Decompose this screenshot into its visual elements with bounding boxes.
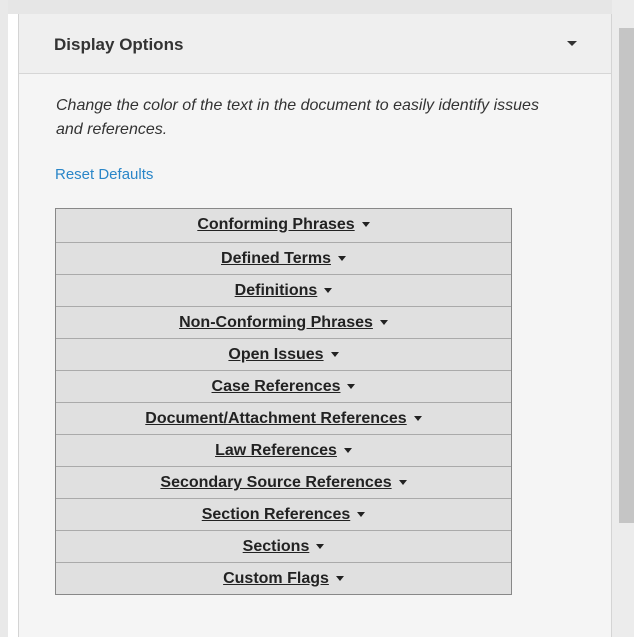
option-open-issues[interactable]: Open Issues bbox=[56, 338, 511, 370]
option-document-attachment-references[interactable]: Document/Attachment References bbox=[56, 402, 511, 434]
display-options-list: Conforming Phrases Defined Terms Definit… bbox=[55, 208, 512, 595]
panel-description: Change the color of the text in the docu… bbox=[56, 97, 539, 138]
option-secondary-source-references[interactable]: Secondary Source References bbox=[56, 466, 511, 498]
caret-down-icon bbox=[343, 448, 352, 454]
option-label: Case References bbox=[211, 378, 341, 395]
option-custom-flags[interactable]: Custom Flags bbox=[56, 562, 511, 594]
caret-down-icon bbox=[361, 222, 370, 228]
option-label: Secondary Source References bbox=[160, 474, 392, 491]
option-label: Conforming Phrases bbox=[197, 216, 355, 233]
option-conforming-phrases[interactable]: Conforming Phrases bbox=[56, 209, 511, 242]
scrollbar-thumb[interactable] bbox=[619, 28, 634, 523]
option-defined-terms[interactable]: Defined Terms bbox=[56, 242, 511, 274]
option-label: Open Issues bbox=[228, 346, 324, 363]
option-case-references[interactable]: Case References bbox=[56, 370, 511, 402]
option-label: Definitions bbox=[234, 282, 318, 299]
option-label: Document/Attachment References bbox=[145, 410, 407, 427]
collapse-caret-icon[interactable] bbox=[567, 41, 577, 46]
option-sections[interactable]: Sections bbox=[56, 530, 511, 562]
caret-down-icon bbox=[379, 320, 388, 326]
caret-down-icon bbox=[398, 480, 407, 486]
display-options-panel: Display Options Change the color of the … bbox=[18, 14, 612, 637]
option-label: Defined Terms bbox=[221, 250, 331, 267]
reset-defaults-link[interactable]: Reset Defaults bbox=[55, 166, 153, 183]
panel-header[interactable]: Display Options bbox=[19, 14, 611, 74]
caret-down-icon bbox=[324, 288, 333, 294]
option-label: Section References bbox=[201, 506, 351, 523]
option-definitions[interactable]: Definitions bbox=[56, 274, 511, 306]
caret-down-icon bbox=[335, 576, 344, 582]
caret-down-icon bbox=[330, 352, 339, 358]
caret-down-icon bbox=[413, 416, 422, 422]
option-non-conforming-phrases[interactable]: Non-Conforming Phrases bbox=[56, 306, 511, 338]
option-section-references[interactable]: Section References bbox=[56, 498, 511, 530]
panel-title: Display Options bbox=[54, 35, 184, 54]
option-label: Sections bbox=[242, 538, 310, 555]
caret-down-icon bbox=[316, 544, 325, 550]
option-label: Law References bbox=[215, 442, 337, 459]
option-label: Custom Flags bbox=[223, 570, 329, 587]
left-gutter bbox=[0, 0, 8, 637]
caret-down-icon bbox=[357, 512, 366, 518]
top-gutter bbox=[8, 0, 612, 14]
option-law-references[interactable]: Law References bbox=[56, 434, 511, 466]
option-label: Non-Conforming Phrases bbox=[179, 314, 373, 331]
caret-down-icon bbox=[347, 384, 356, 390]
caret-down-icon bbox=[337, 256, 346, 262]
